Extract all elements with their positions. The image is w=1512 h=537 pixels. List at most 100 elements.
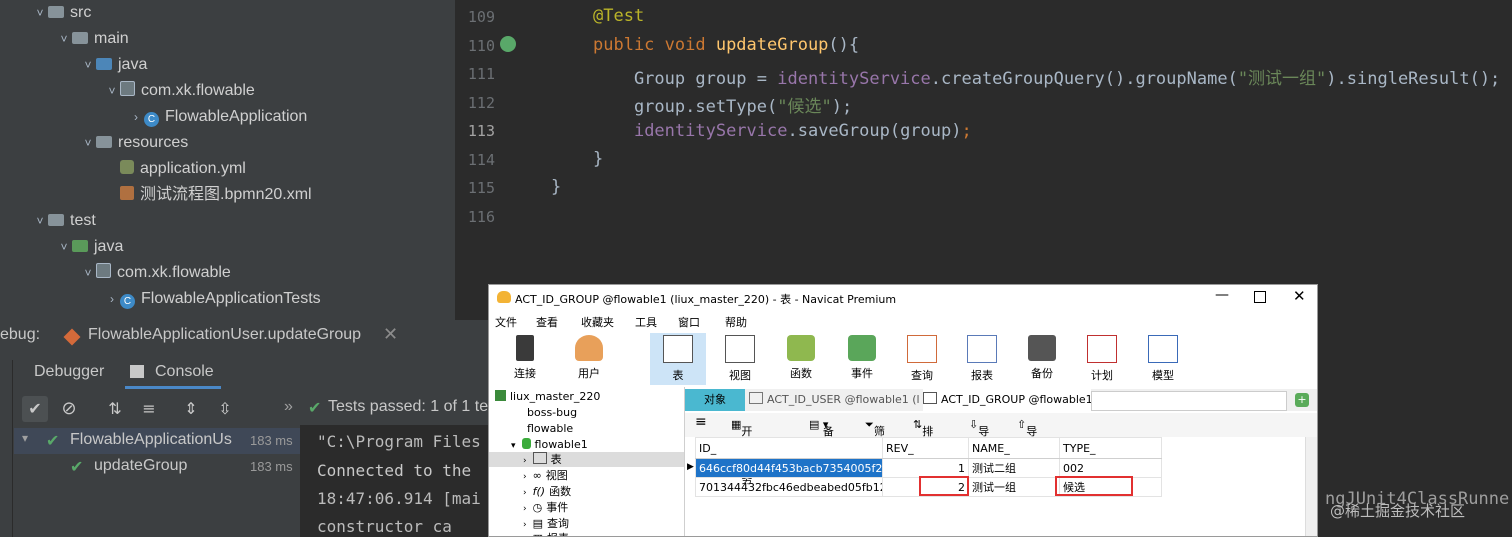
- cell-rev[interactable]: 1: [882, 458, 969, 478]
- connection-tree[interactable]: liux_master_220 boss-bug flowable ▾ flowa…: [489, 387, 685, 536]
- navicat-window[interactable]: ACT_ID_GROUP @flowable1 (liux_master_220…: [488, 284, 1318, 537]
- menu-icon[interactable]: ≡: [695, 414, 707, 430]
- table-row[interactable]: 646ccf80d44f453bacb7354005f2b90e 1 测试二组 …: [695, 458, 1162, 478]
- column-header-rev[interactable]: REV_: [882, 437, 969, 459]
- tab-act-id-group[interactable]: ACT_ID_GROUP @flowable1...: [923, 389, 1091, 411]
- code-editor[interactable]: 109 110 111 112 113 114 115 116 @Test public vo…: [455, 0, 1512, 509]
- sort-duration-icon[interactable]: ≡: [136, 396, 162, 422]
- tree-item-connection[interactable]: liux_master_220: [495, 389, 600, 404]
- tree-item-functions[interactable]: › f() 函数: [523, 484, 571, 499]
- column-header-type[interactable]: TYPE_: [1059, 437, 1162, 459]
- chevron-icon[interactable]: ˅: [104, 78, 120, 104]
- sort-alpha-icon[interactable]: ⇅: [102, 396, 128, 422]
- tree-item-label: FlowableApplicationTests: [141, 290, 321, 307]
- event-icon: ◷: [532, 501, 543, 514]
- tree-item-db[interactable]: flowable: [527, 421, 573, 436]
- menu-tools[interactable]: 工具: [635, 314, 657, 330]
- more-icon[interactable]: »: [284, 398, 293, 416]
- project-tree-item[interactable]: application.yml: [104, 156, 246, 182]
- package-icon: [96, 263, 111, 278]
- close-icon[interactable]: ✕: [383, 324, 398, 345]
- tab-console[interactable]: Console: [155, 363, 214, 381]
- tool-schedule[interactable]: 计划: [1074, 333, 1130, 385]
- console-output[interactable]: "C:\Program Files Connected to the 18:47…: [300, 425, 488, 537]
- active-tab-indicator: [125, 386, 221, 389]
- tool-view[interactable]: 视图: [712, 333, 768, 385]
- tree-item-db[interactable]: boss-bug: [527, 405, 577, 420]
- project-tree-item[interactable]: ˅ resources: [80, 130, 188, 156]
- sort-button[interactable]: ⇅排序: [913, 418, 933, 454]
- project-tree-item[interactable]: ˅ main: [56, 26, 128, 52]
- run-config-tab[interactable]: FlowableApplicationUser.updateGroup: [88, 326, 361, 344]
- tool-model[interactable]: 模型: [1135, 333, 1191, 385]
- tool-connection[interactable]: 连接: [497, 333, 553, 385]
- tab-search-field[interactable]: [1091, 391, 1287, 411]
- tool-backup[interactable]: 备份: [1014, 333, 1070, 385]
- begin-transaction-button[interactable]: ▦ 开始事务: [731, 418, 752, 486]
- cell-id[interactable]: 646ccf80d44f453bacb7354005f2b90e: [695, 458, 883, 478]
- project-tree-item[interactable]: ˅ com.xk.flowable: [80, 260, 231, 286]
- column-header-id[interactable]: ID_: [695, 437, 883, 459]
- project-tree-item[interactable]: ˅ com.xk.flowable: [104, 78, 255, 104]
- tool-query[interactable]: 查询: [894, 333, 950, 385]
- test-case-item[interactable]: updateGroup: [94, 457, 187, 475]
- tree-item-db-open[interactable]: ▾ flowable1: [511, 437, 588, 452]
- tool-report[interactable]: 报表: [954, 333, 1010, 385]
- project-tree-item[interactable]: ˅ java: [80, 52, 147, 78]
- expand-all-icon[interactable]: ⇕: [178, 396, 204, 422]
- column-header-name[interactable]: NAME_: [968, 437, 1060, 459]
- collapse-all-icon[interactable]: ⇳: [212, 396, 238, 422]
- menu-favorites[interactable]: 收藏夹: [581, 314, 614, 330]
- menu-window[interactable]: 窗口: [678, 314, 700, 330]
- memo-button[interactable]: ▤ 备注 ▾: [809, 418, 834, 454]
- tool-function[interactable]: 函数: [773, 333, 829, 385]
- chevron-icon[interactable]: ›: [104, 286, 120, 312]
- maximize-icon[interactable]: [1254, 291, 1266, 303]
- filter-button[interactable]: ⏷筛选: [865, 418, 885, 454]
- close-window-icon[interactable]: ✕: [1293, 287, 1306, 305]
- expand-chevron-icon[interactable]: ▾: [22, 431, 28, 445]
- chevron-icon[interactable]: ˅: [80, 52, 96, 78]
- chevron-icon[interactable]: ˅: [56, 234, 72, 260]
- chevron-icon[interactable]: ˅: [32, 0, 48, 26]
- cell-type[interactable]: 002: [1059, 458, 1162, 478]
- tree-item-queries[interactable]: › ▤ 查询: [523, 516, 569, 531]
- chevron-icon[interactable]: ˅: [56, 26, 72, 52]
- chevron-icon[interactable]: ˅: [80, 260, 96, 286]
- project-tree-item[interactable]: ˅ java: [56, 234, 123, 260]
- export-button[interactable]: ⇧导出: [1017, 418, 1037, 454]
- tree-item-reports[interactable]: ›▦报表: [523, 531, 569, 536]
- chevron-icon[interactable]: ›: [128, 104, 144, 130]
- tab-act-id-user[interactable]: ACT_ID_USER @flowable1 (li...: [749, 389, 919, 411]
- run-gutter-icon[interactable]: [500, 36, 516, 52]
- cell-id[interactable]: 701344432fbc46edbeabed05fb126f9: [695, 477, 883, 497]
- import-button[interactable]: ⇩导入: [969, 418, 989, 454]
- tool-user[interactable]: 用户: [561, 333, 617, 385]
- chevron-icon[interactable]: ˅: [80, 130, 96, 156]
- project-tree-item[interactable]: 测试流程图.bpmn20.xml: [104, 182, 312, 208]
- menu-help[interactable]: 帮助: [725, 314, 747, 330]
- test-suite-item[interactable]: FlowableApplicationUs: [70, 431, 246, 449]
- tab-objects[interactable]: 对象: [685, 389, 745, 411]
- project-tree-item[interactable]: ˅ src: [32, 0, 91, 26]
- tool-event[interactable]: 事件: [834, 333, 890, 385]
- line-number: 115: [467, 179, 495, 197]
- show-passed-icon[interactable]: ✔: [22, 396, 48, 422]
- tree-item-events[interactable]: › ◷ 事件: [523, 500, 568, 515]
- cell-name[interactable]: 测试二组: [968, 458, 1060, 478]
- chevron-icon[interactable]: ˅: [32, 208, 48, 234]
- tree-item-tables[interactable]: › 表: [489, 452, 684, 467]
- tab-debugger[interactable]: Debugger: [34, 363, 104, 381]
- project-tree-item[interactable]: › C FlowableApplicationTests: [104, 286, 321, 312]
- project-tree-item[interactable]: › C FlowableApplication: [128, 104, 307, 130]
- menu-view[interactable]: 查看: [536, 314, 558, 330]
- menu-file[interactable]: 文件: [495, 314, 517, 330]
- tree-item-views[interactable]: › ∞ 视图: [523, 468, 568, 483]
- vertical-scrollbar[interactable]: [1305, 437, 1317, 536]
- tool-table[interactable]: 表: [650, 333, 706, 385]
- show-ignored-icon[interactable]: ⊘: [56, 396, 82, 422]
- add-tab-icon[interactable]: +: [1295, 393, 1309, 407]
- cell-name[interactable]: 测试一组: [968, 477, 1060, 497]
- minimize-icon[interactable]: —: [1215, 287, 1229, 303]
- project-tree-item[interactable]: ˅ test: [32, 208, 95, 234]
